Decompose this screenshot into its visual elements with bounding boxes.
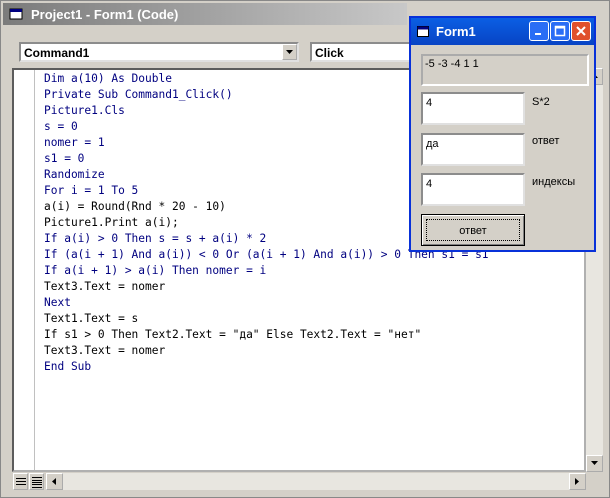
minimize-icon [535, 33, 541, 35]
procedure-combo-value: Click [315, 46, 344, 60]
code-line[interactable]: If s1 > 0 Then Text2.Text = "да" Else Te… [44, 327, 489, 343]
text1-field[interactable]: 4 [421, 92, 525, 125]
code-token: End Sub [44, 360, 92, 373]
form1-window: Form1 -5 -3 -4 1 1 4 S*2 да ответ 4 инде… [409, 16, 596, 252]
code-line[interactable]: Text3.Text = nomer [44, 343, 489, 359]
answer-button[interactable]: ответ [421, 214, 525, 246]
form1-title: Form1 [436, 24, 476, 39]
code-token: s = 0 [44, 120, 78, 133]
arrow-down-icon [591, 461, 598, 465]
code-token: nomer = 1 [44, 136, 105, 149]
procedure-view-button[interactable] [13, 473, 28, 490]
code-token: Randomize [44, 168, 105, 181]
code-line[interactable]: Text3.Text = nomer [44, 279, 489, 295]
picture1-output-text: -5 -3 -4 1 1 [425, 58, 479, 70]
full-module-view-button[interactable] [29, 473, 44, 490]
code-token: For i = 1 To 5 [44, 184, 139, 197]
label-s2: S*2 [532, 96, 550, 108]
code-token: Private Sub Command1_Click() [44, 88, 233, 101]
label-indexes: индексы [532, 176, 576, 188]
code-token: If a(i + 1) > a(i) Then nomer = i [44, 264, 267, 277]
minimize-button[interactable] [529, 21, 549, 41]
text2-value: да [426, 138, 439, 150]
arrow-right-icon [575, 478, 579, 485]
code-token: Picture1.Cls [44, 104, 125, 117]
scroll-down-button[interactable] [586, 455, 603, 472]
code-token: Dim a(10) As Double [44, 72, 172, 85]
close-icon [576, 26, 586, 36]
form1-titlebar[interactable]: Form1 [411, 18, 594, 45]
code-token: Text3.Text = nomer [44, 280, 166, 293]
text3-field[interactable]: 4 [421, 173, 525, 206]
code-token: Text1.Text = s [44, 312, 139, 325]
arrow-left-icon [52, 478, 56, 485]
code-line[interactable]: If a(i + 1) > a(i) Then nomer = i [44, 263, 489, 279]
code-token: If a(i) > 0 Then s = s + a(i) * 2 [44, 232, 267, 245]
code-token: a(i) = Round(Rnd * 20 - 10) [44, 200, 226, 213]
text3-value: 4 [426, 178, 433, 190]
code-line[interactable]: End Sub [44, 359, 489, 375]
picture1-output: -5 -3 -4 1 1 [421, 54, 589, 86]
code-window-icon [9, 8, 23, 20]
maximize-icon [554, 25, 566, 37]
maximize-button[interactable] [550, 21, 570, 41]
text1-value: 4 [426, 97, 433, 109]
code-token: Picture1.Print a(i); [44, 216, 179, 229]
code-window-titlebar[interactable]: Project1 - Form1 (Code) [3, 3, 407, 25]
object-combo[interactable]: Command1 [19, 42, 299, 62]
code-line[interactable]: Next [44, 295, 489, 311]
code-window-title: Project1 - Form1 (Code) [31, 7, 179, 22]
full-module-view-icon [32, 477, 42, 488]
scroll-left-button[interactable] [46, 473, 63, 490]
scroll-right-button[interactable] [569, 473, 586, 490]
code-line[interactable]: Text1.Text = s [44, 311, 489, 327]
code-token: Text3.Text = nomer [44, 344, 166, 357]
editor-margin [14, 70, 35, 470]
label-answer: ответ [532, 135, 560, 147]
code-token: If s1 > 0 Then Text2.Text = "да" Else Te… [44, 328, 422, 341]
object-combo-dropdown-button[interactable] [282, 44, 297, 60]
chevron-down-icon [286, 50, 293, 54]
code-token: Next [44, 296, 71, 309]
horizontal-scrollbar[interactable] [46, 473, 586, 490]
object-combo-value: Command1 [24, 46, 90, 60]
close-button[interactable] [571, 21, 591, 41]
text2-field[interactable]: да [421, 133, 525, 166]
code-token: s1 = 0 [44, 152, 85, 165]
procedure-view-icon [16, 478, 26, 485]
form-icon [417, 26, 429, 37]
procedure-combo[interactable]: Click [310, 42, 414, 62]
answer-button-label: ответ [459, 225, 487, 237]
